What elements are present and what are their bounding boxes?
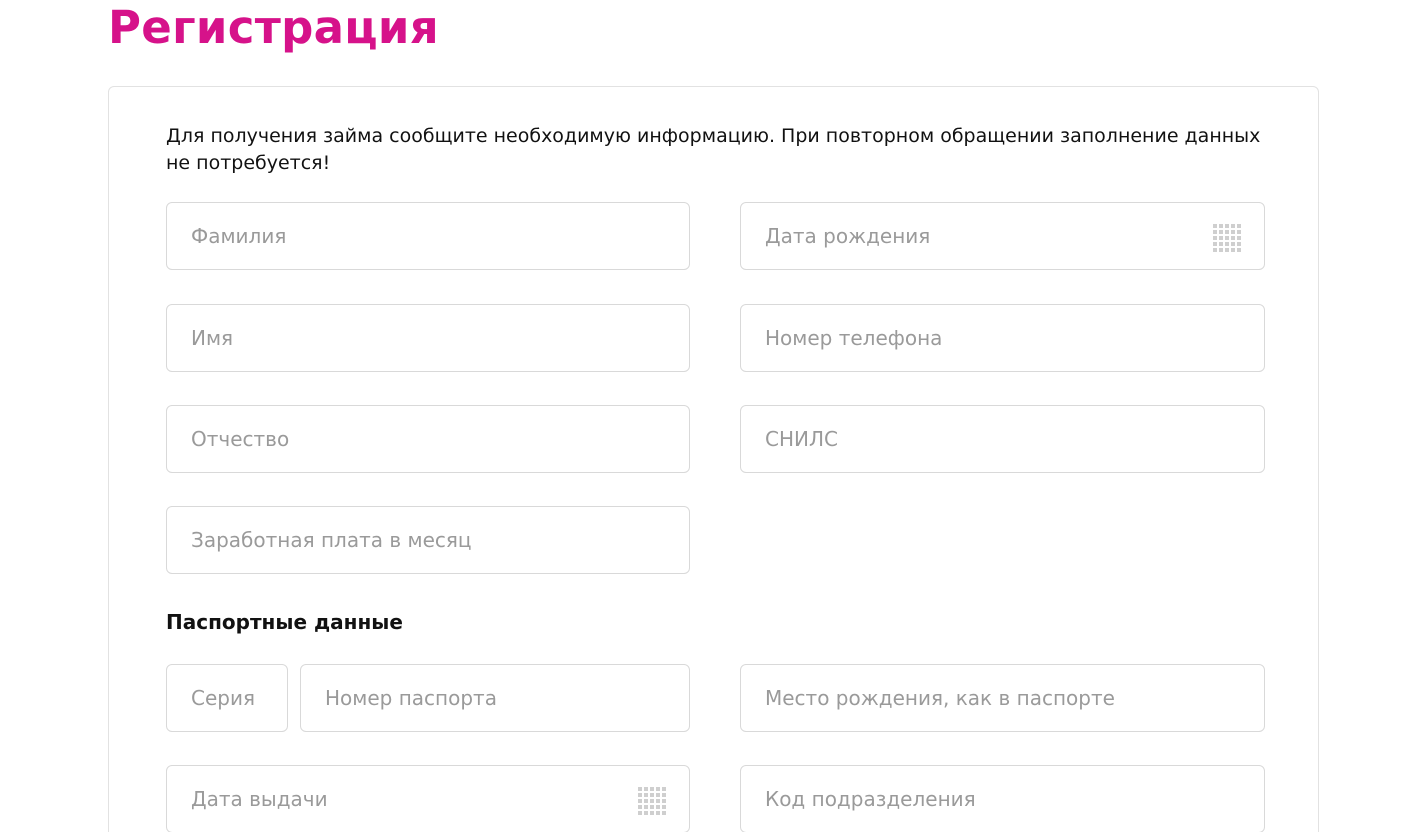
issue-date-input[interactable] bbox=[167, 766, 689, 832]
salary-input[interactable] bbox=[167, 507, 689, 573]
snils-field[interactable] bbox=[740, 405, 1265, 473]
patronymic-field[interactable] bbox=[166, 405, 690, 473]
division-code-field[interactable] bbox=[740, 765, 1265, 832]
passport-series-field[interactable] bbox=[166, 664, 288, 732]
birth-place-input[interactable] bbox=[741, 665, 1264, 731]
calendar-icon[interactable] bbox=[638, 787, 666, 815]
passport-number-input[interactable] bbox=[301, 665, 689, 731]
phone-input[interactable] bbox=[741, 305, 1264, 371]
issue-date-field[interactable] bbox=[166, 765, 690, 832]
registration-page: Регистрация Для получения займа сообщите… bbox=[0, 0, 1418, 832]
registration-form-card: Для получения займа сообщите необходимую… bbox=[108, 86, 1319, 832]
birth-date-input[interactable] bbox=[741, 203, 1264, 269]
salary-field[interactable] bbox=[166, 506, 690, 574]
page-title: Регистрация bbox=[108, 1, 439, 54]
birth-place-field[interactable] bbox=[740, 664, 1265, 732]
division-code-input[interactable] bbox=[741, 766, 1264, 832]
passport-series-input[interactable] bbox=[167, 665, 287, 731]
first-name-input[interactable] bbox=[167, 305, 689, 371]
first-name-field[interactable] bbox=[166, 304, 690, 372]
passport-number-field[interactable] bbox=[300, 664, 690, 732]
snils-input[interactable] bbox=[741, 406, 1264, 472]
form-intro-text: Для получения займа сообщите необходимую… bbox=[166, 125, 1261, 174]
calendar-icon[interactable] bbox=[1213, 224, 1241, 252]
birth-date-field[interactable] bbox=[740, 202, 1265, 270]
phone-field[interactable] bbox=[740, 304, 1265, 372]
patronymic-input[interactable] bbox=[167, 406, 689, 472]
last-name-input[interactable] bbox=[167, 203, 689, 269]
passport-section-title: Паспортные данные bbox=[166, 610, 403, 634]
last-name-field[interactable] bbox=[166, 202, 690, 270]
